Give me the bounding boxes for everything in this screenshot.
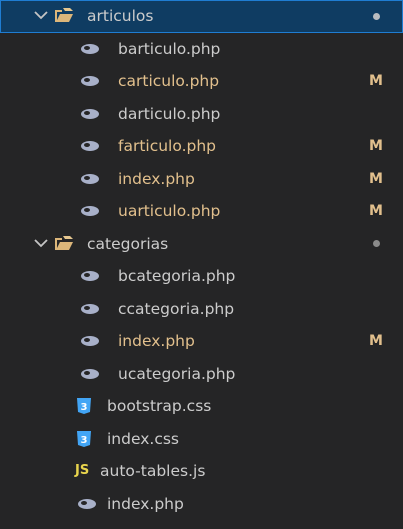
file-label: index.php [118,332,195,350]
git-status: M [369,73,383,89]
file-label: uarticulo.php [118,202,221,220]
folder-row-categorias[interactable]: categorias [0,228,403,261]
git-status: M [369,333,383,349]
file-label: darticulo.php [118,104,221,123]
file-label: ucategoria.php [118,364,236,383]
folder-label: articulos [87,7,154,25]
git-status: M [369,138,383,154]
folder-open-icon [54,228,74,261]
git-status: M [369,203,383,219]
file-row[interactable]: carticulo.php M [0,65,403,98]
php-elephant-icon [80,163,100,196]
php-elephant-icon [80,293,100,326]
file-row[interactable]: farticulo.php M [0,130,403,163]
php-elephant-icon [80,260,100,293]
file-row[interactable]: index.php [0,488,403,521]
file-label: index.php [118,169,195,188]
file-row[interactable]: 3 index.css [0,423,403,456]
css3-icon: 3 [77,390,97,423]
file-label: carticulo.php [118,72,220,90]
php-elephant-icon [80,65,100,98]
file-row[interactable]: index.php M [0,325,403,358]
status-dot [369,228,383,261]
folder-row-articulos[interactable]: articulos [0,0,403,33]
file-row[interactable]: uarticulo.php M [0,195,403,228]
folder-open-icon [54,0,74,33]
php-elephant-icon [80,358,100,391]
folder-label: categorias [87,234,169,253]
file-label: index.css [107,429,180,448]
php-elephant-icon [80,33,100,66]
svg-text:3: 3 [81,402,88,413]
file-label: auto-tables.js [100,462,206,480]
git-status: M [369,170,383,187]
file-row[interactable]: barticulo.php [0,33,403,66]
file-row[interactable]: bcategoria.php [0,260,403,293]
css3-icon: 3 [77,423,97,456]
php-elephant-icon [80,195,100,228]
svg-text:3: 3 [81,435,88,446]
js-icon: JS [75,463,90,478]
file-label: farticulo.php [118,137,217,155]
file-row[interactable]: JS auto-tables.js [0,455,403,488]
status-dot [369,0,383,33]
file-row[interactable]: ccategoria.php [0,293,403,326]
file-row[interactable]: ucategoria.php [0,358,403,391]
php-elephant-icon [80,98,100,131]
file-row[interactable]: 3 bootstrap.css [0,390,403,423]
file-row[interactable]: darticulo.php [0,98,403,131]
php-elephant-icon [80,325,100,358]
file-explorer: articulos barticulo.php carticulo.php M … [0,0,403,529]
file-label: ccategoria.php [118,299,235,318]
php-elephant-icon [80,130,100,163]
chevron-down-icon[interactable] [34,0,50,33]
file-label: bcategoria.php [118,267,236,285]
chevron-down-icon[interactable] [34,228,50,261]
file-label: bootstrap.css [107,397,212,415]
file-row[interactable]: index.php M [0,163,403,196]
file-label: barticulo.php [118,39,221,58]
php-elephant-icon [77,488,97,521]
file-label: index.php [107,494,184,513]
